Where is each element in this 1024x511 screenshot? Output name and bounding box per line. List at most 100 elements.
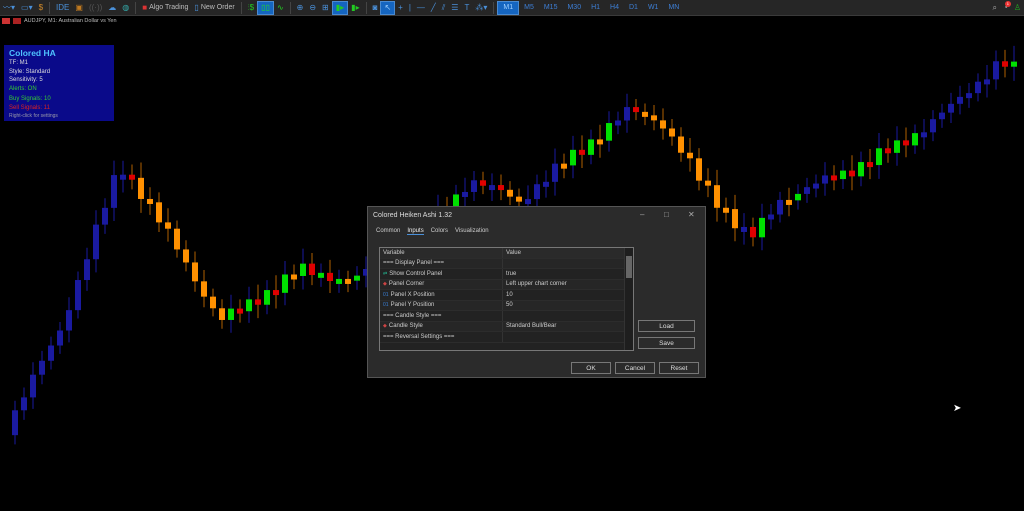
- new-order-button[interactable]: ▯ New Order: [191, 1, 237, 15]
- vertical-line-icon[interactable]: |: [406, 1, 414, 15]
- ok-button[interactable]: OK: [571, 362, 611, 374]
- table-row[interactable]: ⇄ Show Control Panel true: [380, 269, 633, 280]
- dialog-titlebar[interactable]: Colored Heiken Ashi 1.32 – □ ✕: [368, 207, 705, 224]
- autoscroll-icon[interactable]: ▮▸: [331, 0, 349, 15]
- tab-common[interactable]: Common: [376, 228, 400, 235]
- indicator-panel[interactable]: Colored HA TF: M1 Style: Standard Sensit…: [4, 45, 114, 121]
- market-icon[interactable]: $: [36, 1, 46, 15]
- candle: [507, 189, 513, 197]
- variable-cell: ◆ Candle Style: [380, 321, 503, 331]
- candle: [39, 360, 45, 375]
- timeframe-m30[interactable]: M30: [562, 1, 586, 15]
- cursor-icon[interactable]: ↖: [380, 0, 396, 15]
- dialog-title: Colored Heiken Ashi 1.32: [373, 212, 452, 219]
- maximize-icon[interactable]: □: [664, 210, 669, 219]
- tab-colors[interactable]: Colors: [431, 228, 448, 235]
- candle: [30, 374, 36, 398]
- timeframe-m1[interactable]: M1: [497, 0, 520, 15]
- candle: [786, 199, 792, 205]
- value-cell[interactable]: 10: [503, 292, 513, 298]
- candle: [354, 275, 360, 281]
- grid-icon[interactable]: ⊞: [319, 1, 332, 15]
- algo-trading-button[interactable]: ■ Algo Trading: [139, 1, 191, 15]
- candle: [894, 140, 900, 153]
- table-row[interactable]: 01 Panel X Position 10: [380, 290, 633, 301]
- timeframe-h1[interactable]: H1: [586, 1, 605, 15]
- cloud-icon[interactable]: ☁: [105, 1, 119, 15]
- fibonacci-icon[interactable]: ☰: [448, 1, 461, 15]
- timeframe-mn[interactable]: MN: [663, 1, 684, 15]
- table-row[interactable]: ◆ Candle Style Standard Bull/Bear: [380, 321, 633, 332]
- table-row[interactable]: 01 Panel Y Position 50: [380, 300, 633, 311]
- int-type-icon: 01: [383, 302, 389, 309]
- cancel-button[interactable]: Cancel: [615, 362, 655, 374]
- search-icon[interactable]: ⌕: [990, 1, 1000, 15]
- timeframe-d1[interactable]: D1: [624, 1, 643, 15]
- table-row[interactable]: === Display Panel ===: [380, 258, 633, 269]
- timeframe-m15[interactable]: M15: [539, 1, 563, 15]
- panel-buy-signals: Buy Signals: 10: [9, 96, 51, 102]
- table-row[interactable]: === Candle Style ===: [380, 311, 633, 322]
- ide-button[interactable]: IDE: [53, 1, 72, 15]
- candle: [561, 163, 567, 169]
- zoom-out-icon[interactable]: ⊖: [306, 1, 319, 15]
- load-button[interactable]: Load: [638, 320, 695, 332]
- candle: [849, 170, 855, 177]
- candle: [210, 296, 216, 309]
- scrollbar-thumb[interactable]: [626, 256, 632, 278]
- notifications-icon[interactable]: ◔ 1: [1000, 0, 1011, 15]
- candle: [120, 174, 126, 180]
- candle: [795, 193, 801, 201]
- candlestick-icon[interactable]: ▯▯: [257, 0, 274, 15]
- value-cell[interactable]: Standard Bull/Bear: [503, 323, 556, 329]
- timeframe-m5[interactable]: M5: [519, 1, 539, 15]
- dialog-tabs: Common Inputs Colors Visualization: [368, 224, 705, 239]
- bar-chart-icon[interactable]: ⫶$: [245, 1, 257, 15]
- candle: [966, 93, 972, 99]
- value-cell[interactable]: true: [503, 271, 516, 277]
- candle: [552, 163, 558, 182]
- reset-button[interactable]: Reset: [659, 362, 699, 374]
- bool-type-icon: ⇄: [383, 270, 388, 277]
- timeframe-h4[interactable]: H4: [605, 1, 624, 15]
- channel-icon[interactable]: ⫽: [439, 1, 449, 15]
- zoom-in-icon[interactable]: ⊕: [294, 1, 307, 15]
- candle: [939, 112, 945, 120]
- minimize-icon[interactable]: –: [640, 210, 644, 219]
- close-icon[interactable]: ✕: [688, 210, 695, 219]
- save-button[interactable]: Save: [638, 337, 695, 349]
- trendline-icon[interactable]: ╱: [428, 1, 439, 15]
- globe-icon[interactable]: ◍: [119, 1, 132, 15]
- signal-icon[interactable]: ((·)): [86, 1, 105, 15]
- horizontal-line-icon[interactable]: —: [414, 1, 428, 15]
- candle: [138, 177, 144, 199]
- scrollbar[interactable]: [624, 248, 633, 350]
- chart-window-icon[interactable]: ▭▾: [18, 1, 36, 15]
- panel-sell-signals: Sell Signals: 11: [9, 104, 50, 111]
- candle: [228, 308, 234, 320]
- candle: [516, 196, 522, 202]
- table-row[interactable]: === Reversal Settings ===: [380, 332, 633, 343]
- screenshot-icon[interactable]: ◙: [370, 1, 381, 15]
- shapes-icon[interactable]: ⁂▾: [472, 1, 490, 15]
- chart-shift-icon[interactable]: ▮▸: [348, 1, 362, 15]
- candle: [975, 81, 981, 94]
- timeframe-w1[interactable]: W1: [643, 1, 664, 15]
- candle: [1002, 61, 1008, 67]
- value-cell[interactable]: 50: [503, 302, 513, 308]
- text-icon[interactable]: T: [461, 1, 472, 15]
- value-cell[interactable]: Left upper chart corner: [503, 281, 567, 287]
- candle: [858, 162, 864, 177]
- account-icon[interactable]: ♙: [1011, 1, 1024, 15]
- candle: [129, 174, 135, 180]
- chart-type-icon[interactable]: 〰▾: [0, 1, 18, 15]
- line-chart-icon[interactable]: ∿: [274, 1, 287, 15]
- candle: [525, 199, 531, 205]
- candle: [633, 107, 639, 113]
- crosshair-icon[interactable]: +: [395, 1, 406, 15]
- table-row[interactable]: ◆ Panel Corner Left upper chart corner: [380, 279, 633, 290]
- tab-visualization[interactable]: Visualization: [455, 228, 489, 235]
- shop-icon[interactable]: ▣: [72, 1, 86, 15]
- candle: [57, 330, 63, 346]
- tab-inputs[interactable]: Inputs: [407, 228, 424, 235]
